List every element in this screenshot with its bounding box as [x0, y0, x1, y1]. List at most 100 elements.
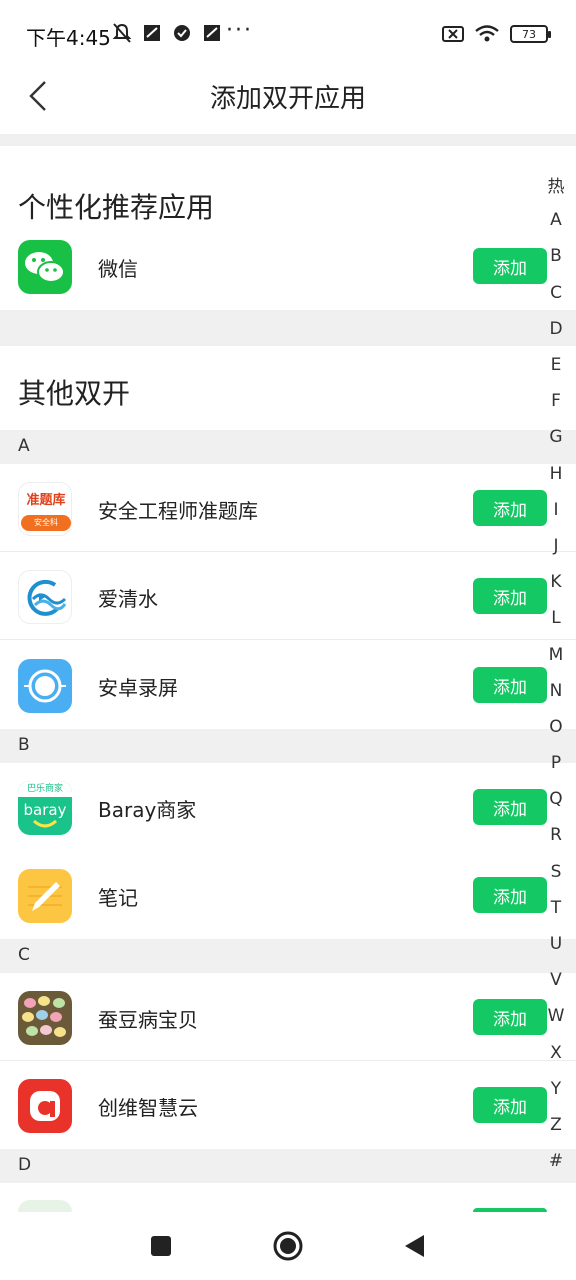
safety-exam-icon: 准题库 安全科	[18, 482, 72, 536]
add-button[interactable]: 添加	[473, 999, 547, 1035]
status-time: 下午4:45	[26, 26, 111, 50]
index-letter[interactable]: A	[542, 202, 570, 238]
app-row: 笔记 添加	[0, 851, 576, 939]
index-letter[interactable]: Y	[542, 1071, 570, 1107]
index-letter[interactable]: V	[542, 962, 570, 998]
app-row: 准题库 安全科 安全工程师准题库 添加	[0, 464, 576, 552]
index-letter[interactable]: Q	[542, 781, 570, 817]
index-letter[interactable]: K	[542, 564, 570, 600]
battery-icon: 73	[510, 25, 551, 43]
divider-band	[0, 310, 576, 346]
group-letter: D	[18, 1155, 32, 1175]
others-section-title: 其他双开	[18, 377, 131, 410]
index-letter[interactable]: I	[542, 492, 570, 528]
app-name: 蚕豆病宝贝	[98, 1008, 198, 1032]
index-letter[interactable]: H	[542, 456, 570, 492]
add-button-wechat[interactable]: 添加	[473, 248, 547, 284]
icon-wordmark: baray	[23, 801, 67, 819]
add-button[interactable]: 添加	[473, 877, 547, 913]
index-letter[interactable]: F	[542, 383, 570, 419]
add-button[interactable]: 添加	[473, 578, 547, 614]
group-letter: C	[18, 945, 30, 965]
recommended-section-title: 个性化推荐应用	[18, 191, 215, 224]
candou-icon	[18, 991, 72, 1045]
notification-icons	[112, 22, 222, 44]
app-name: 爱清水	[98, 587, 158, 611]
index-letter[interactable]: X	[542, 1035, 570, 1071]
status-bar: 下午4:45 ··· 73	[0, 0, 576, 72]
app-row: 蚕豆病宝贝 添加	[0, 973, 576, 1061]
app-row: 安卓录屏 添加	[0, 641, 576, 729]
notes-icon	[18, 869, 72, 923]
index-letter[interactable]: P	[542, 745, 570, 781]
system-status: 73	[442, 24, 551, 44]
square-icon	[151, 1236, 171, 1256]
index-letter[interactable]: L	[542, 600, 570, 636]
icon-label: 巴乐商家	[18, 781, 72, 797]
index-letter[interactable]: G	[542, 419, 570, 455]
app-row-wechat: 微信 添加	[0, 222, 576, 310]
app-icon-partial	[18, 1200, 72, 1212]
index-letter[interactable]: B	[542, 238, 570, 274]
baray-icon: 巴乐商家 baray	[18, 781, 72, 835]
index-letter[interactable]: S	[542, 854, 570, 890]
home-button[interactable]	[270, 1228, 306, 1264]
group-header-d: D	[0, 1149, 576, 1183]
skyworth-icon	[18, 1079, 72, 1133]
app-name: 安全工程师准题库	[98, 499, 258, 523]
group-header-a: A	[0, 430, 576, 464]
index-letter[interactable]: 热	[542, 166, 570, 202]
add-button[interactable]: 添加	[473, 1087, 547, 1123]
index-letter[interactable]: J	[542, 528, 570, 564]
index-letter[interactable]: O	[542, 709, 570, 745]
index-letter[interactable]: E	[542, 347, 570, 383]
app-name: 微信	[98, 257, 138, 281]
index-letter[interactable]: Z	[542, 1107, 570, 1143]
group-header-b: B	[0, 729, 576, 763]
battery-level: 73	[522, 27, 536, 41]
app-name: Baray商家	[98, 798, 197, 822]
app-notification-icon	[144, 25, 160, 41]
app-row: 爱清水 添加	[0, 552, 576, 640]
more-notifications: ···	[226, 18, 253, 43]
group-letter: B	[18, 735, 30, 755]
back-nav-button[interactable]	[396, 1228, 432, 1264]
group-letter: A	[18, 436, 30, 456]
check-circle-icon	[174, 25, 190, 41]
alphabet-index-bar[interactable]: 热 A B C D E F G H I J K L M N O P Q R S T U V W X Y Z #	[542, 166, 570, 1179]
navigation-bar	[0, 1212, 576, 1280]
add-button[interactable]: 添加	[473, 667, 547, 703]
wifi-icon	[475, 25, 499, 42]
add-button[interactable]: 添加	[473, 789, 547, 825]
divider-band	[0, 134, 576, 146]
icon-sublabel: 安全科	[21, 515, 71, 531]
page-title: 添加双开应用	[209, 84, 366, 114]
no-sim-icon	[442, 26, 464, 42]
recents-button[interactable]	[143, 1228, 179, 1264]
app-row: 创维智慧云 添加	[0, 1061, 576, 1149]
icon-label: 准题库	[26, 493, 66, 508]
index-letter[interactable]: U	[542, 926, 570, 962]
index-letter[interactable]: C	[542, 275, 570, 311]
wechat-icon	[18, 240, 72, 294]
index-letter[interactable]: D	[542, 311, 570, 347]
app-name: 创维智慧云	[98, 1096, 198, 1120]
index-letter[interactable]: M	[542, 636, 570, 672]
index-letter[interactable]: T	[542, 890, 570, 926]
index-letter[interactable]: N	[542, 673, 570, 709]
app-row: 巴乐商家 baray Baray商家 添加	[0, 763, 576, 851]
screen-recorder-icon	[18, 659, 72, 713]
triangle-back-icon	[405, 1235, 424, 1257]
aiqingshui-icon	[18, 570, 72, 624]
home-circle-icon	[273, 1231, 303, 1261]
index-letter[interactable]: R	[542, 817, 570, 853]
app-notification-icon	[204, 25, 220, 41]
header: 添加双开应用	[0, 72, 576, 134]
index-letter[interactable]: #	[542, 1143, 570, 1179]
index-letter[interactable]: W	[542, 998, 570, 1034]
group-header-c: C	[0, 939, 576, 973]
app-name: 安卓录屏	[98, 676, 178, 700]
mute-bell-icon	[112, 23, 132, 43]
app-name: 笔记	[98, 886, 138, 910]
add-button[interactable]: 添加	[473, 490, 547, 526]
